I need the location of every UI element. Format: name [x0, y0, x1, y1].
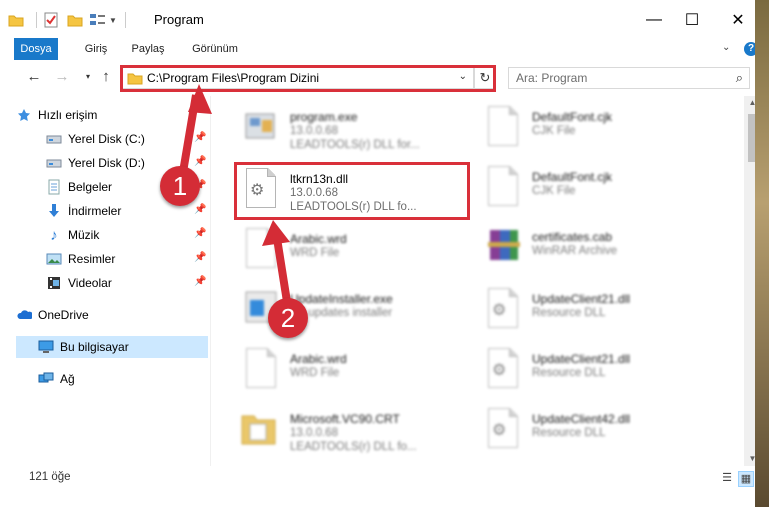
step-badge-1: 1 — [160, 166, 200, 206]
step-badge-2: 2 — [268, 298, 308, 338]
explorer-window: ▼ Program — ☐ ✕ Dosya Giriş Paylaş Görün… — [0, 0, 769, 507]
annotation-arrows — [178, 84, 292, 309]
arrowhead-icon — [262, 220, 290, 246]
